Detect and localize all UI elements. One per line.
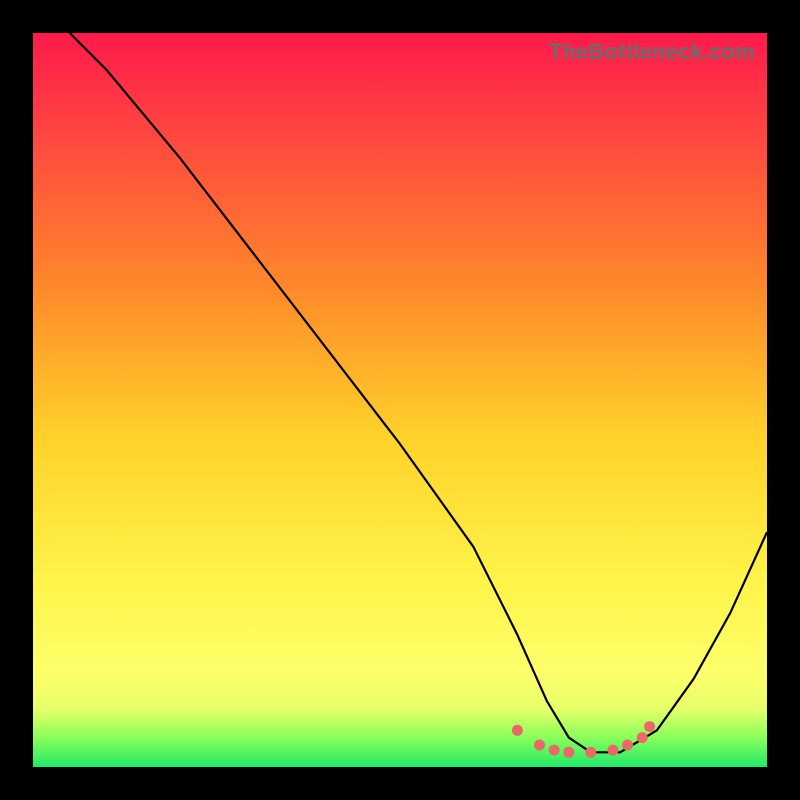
chart-container: TheBottleneck.com — [0, 0, 800, 800]
bottleneck-curve — [70, 33, 767, 752]
highlight-dot — [512, 725, 523, 736]
highlight-dot — [534, 740, 545, 751]
highlight-dot — [607, 745, 618, 756]
highlight-dot — [644, 721, 655, 732]
attribution-label: TheBottleneck.com — [549, 39, 755, 65]
highlight-dot — [549, 745, 560, 756]
plot-area: TheBottleneck.com — [33, 33, 767, 767]
highlight-dots — [512, 721, 655, 758]
highlight-dot — [563, 747, 574, 758]
highlight-dot — [622, 740, 633, 751]
highlight-dot — [585, 747, 596, 758]
curve-layer — [33, 33, 767, 767]
highlight-dot — [637, 732, 648, 743]
